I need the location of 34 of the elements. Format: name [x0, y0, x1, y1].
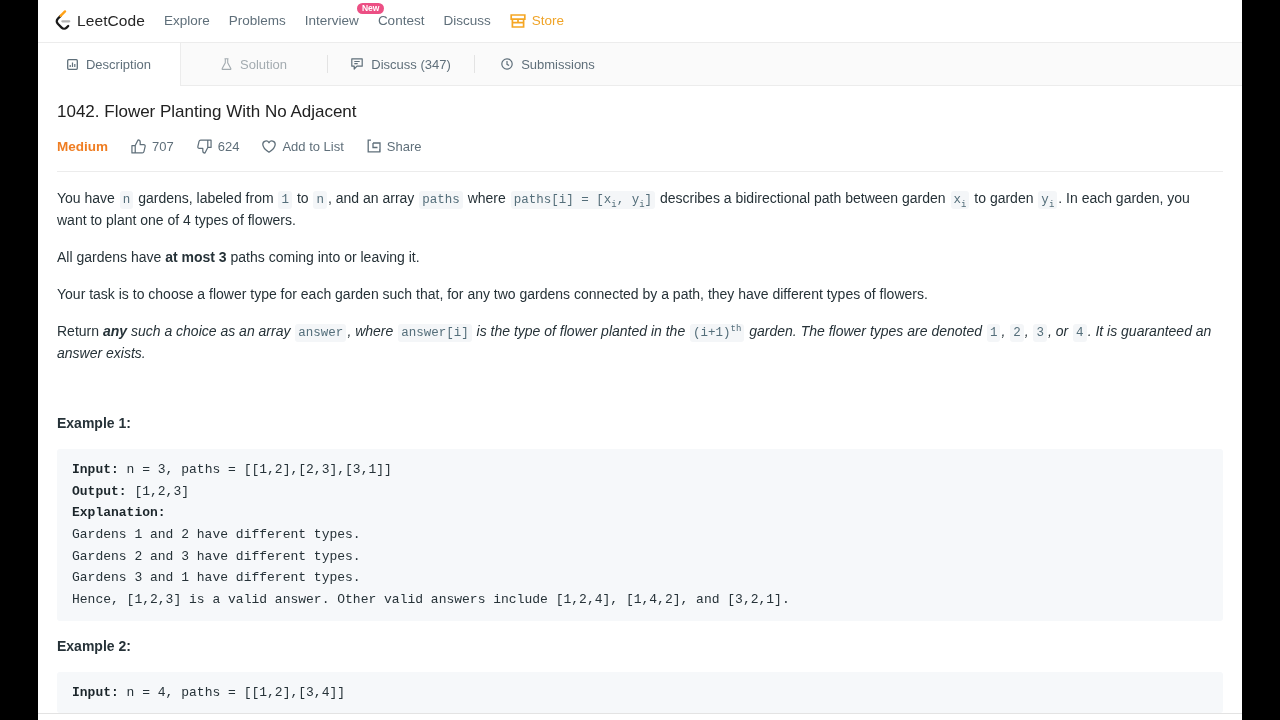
like-button[interactable]: 707	[131, 138, 174, 154]
logo-link[interactable]: LeetCode	[55, 10, 146, 32]
chat-bubble-icon	[351, 58, 364, 70]
nav-link[interactable]: Problems	[228, 14, 286, 28]
store-icon	[509, 14, 526, 28]
nav-link[interactable]: Contest	[377, 14, 425, 28]
document-icon	[67, 59, 78, 70]
new-badge: New	[356, 3, 385, 14]
nav-link[interactable]: Explore	[164, 14, 210, 28]
paragraph: Return any such a choice as an array answer , where answer[i] is the type of flower planted in the (i+1)$^{th}$ garden. The flower types are denoted 1 , 2 , 3 , or 4 . It is guaranteed an answer exists.	[57, 322, 1213, 363]
share-button[interactable]: Share	[366, 138, 422, 154]
tab[interactable]: Submissions	[475, 43, 621, 85]
tab[interactable]: Description	[38, 43, 181, 86]
logo-icon	[55, 10, 71, 32]
tab[interactable]: Discuss (347)	[328, 43, 474, 85]
thumbs-down-icon	[196, 138, 212, 154]
example-code-block: Input: n = 3, paths = [[1,2],[2,3],[3,1]] Output: [1,2,3] Explanation: Gardens 1 and 2 have different types. Gardens 2 and 3 have different types. Gardens 3 and 1 have different types. Hence, [1,2,3] is a valid answer. Other valid answers include [1,2,4], [1,4,2], and [3,2,1].	[57, 449, 1223, 621]
thumbs-up-icon	[131, 138, 146, 154]
paragraph: You have n gardens, labeled from 1 to n , and an array paths where paths[i] = [x$_{i}$, y$_{i}$] describes a bidirectional path between garden x$_{i}$ to garden y$_{i}$ . In each garden, you want to plant one of 4 types of flowers.	[57, 189, 1191, 230]
flask-icon	[221, 58, 232, 70]
share-icon	[366, 139, 381, 153]
paragraph: Your task is to choose a flower type for each garden such that, for any two gardens connected by a path, they have different types of flowers.	[57, 285, 929, 304]
heart-icon	[262, 139, 277, 153]
paragraph: All gardens have at most 3 paths coming into or leaving it.	[57, 248, 421, 267]
nav-link[interactable]: Discuss	[443, 14, 491, 28]
difficulty-label: Medium	[57, 138, 108, 154]
example-heading: Example 1:	[57, 414, 132, 433]
clock-icon	[501, 58, 514, 70]
example-heading: Example 2:	[57, 636, 132, 656]
problem-title: 1042. Flower Planting With No Adjacent	[57, 101, 358, 123]
nav-link[interactable]: Interview	[304, 14, 359, 28]
add-to-list-button[interactable]: Add to List	[262, 138, 344, 154]
example-code-block: Input: n = 4, paths = [[1,2],[3,4]]	[57, 671, 1223, 713]
dislike-button[interactable]: 624	[196, 138, 240, 154]
